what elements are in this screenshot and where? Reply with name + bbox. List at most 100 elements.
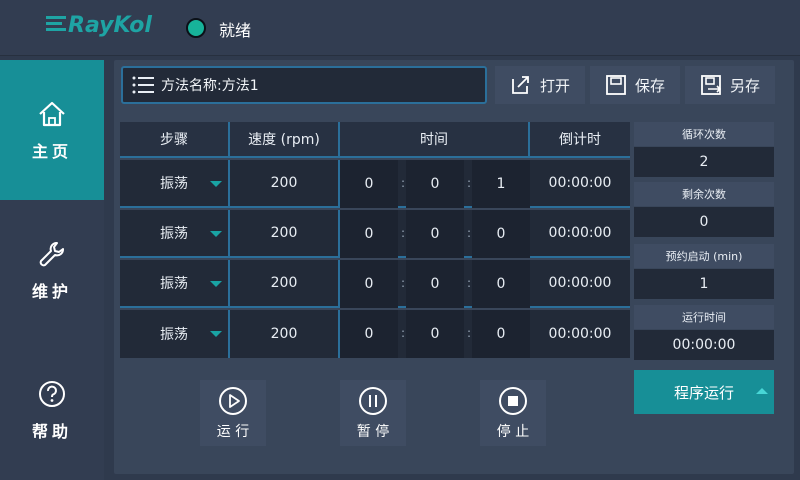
countdown-value: 00:00:00 xyxy=(530,160,630,208)
help-icon xyxy=(36,378,68,410)
minutes-field[interactable]: 0 xyxy=(406,210,464,258)
status-text: 就绪 xyxy=(219,21,252,40)
seconds-field[interactable]: 1 xyxy=(472,160,530,208)
time-separator: : xyxy=(401,226,406,240)
list-icon xyxy=(132,76,154,94)
save-as-icon xyxy=(701,75,722,95)
step-select[interactable]: 振荡 xyxy=(120,210,230,258)
logo-text: RayKol xyxy=(68,12,152,38)
caret-up-icon xyxy=(756,388,768,394)
countdown-value: 00:00:00 xyxy=(530,210,630,258)
cycle-count-field[interactable]: 2 xyxy=(634,147,774,177)
wrench-icon xyxy=(36,238,68,270)
time-cell: 0 : 0 : 0 xyxy=(340,210,530,258)
run-label: 运 行 xyxy=(216,424,250,440)
hours-field[interactable]: 0 xyxy=(340,210,398,258)
program-run-label: 程序运行 xyxy=(673,383,734,402)
time-cell: 0 : 0 : 0 xyxy=(340,310,530,358)
step-value: 振荡 xyxy=(160,327,188,343)
open-file-icon xyxy=(512,76,529,94)
hours-field[interactable]: 0 xyxy=(340,310,398,358)
time-separator: : xyxy=(467,276,472,290)
save-icon xyxy=(606,75,626,95)
step-value: 振荡 xyxy=(160,226,188,242)
header-time: 时间 xyxy=(340,122,530,158)
dropdown-arrow-icon xyxy=(210,281,222,287)
speed-field[interactable]: 200 xyxy=(230,310,340,358)
pause-icon xyxy=(359,387,387,415)
seconds-field[interactable]: 0 xyxy=(472,260,530,308)
dropdown-arrow-icon xyxy=(210,181,222,187)
sidebar-item-label: 维护 xyxy=(31,282,72,301)
save-button[interactable]: 保存 xyxy=(590,66,680,104)
open-button-label: 打开 xyxy=(539,76,570,95)
minutes-field[interactable]: 0 xyxy=(406,260,464,308)
run-button[interactable]: 运 行 xyxy=(200,380,266,446)
table-row: 振荡 200 0 : 0 : 0 00:00:00 xyxy=(120,260,630,310)
hours-field[interactable]: 0 xyxy=(340,160,398,208)
table-row: 振荡 200 0 : 0 : 0 00:00:00 xyxy=(120,210,630,260)
remaining-count-value: 0 xyxy=(634,207,774,237)
step-value: 振荡 xyxy=(160,276,188,292)
speed-field[interactable]: 200 xyxy=(230,260,340,308)
raykol-logo: RayKol xyxy=(44,11,152,39)
sidebar-item-label: 帮助 xyxy=(31,422,72,441)
stop-label: 停 止 xyxy=(496,424,530,440)
time-separator: : xyxy=(401,176,406,190)
open-button[interactable]: 打开 xyxy=(495,66,585,104)
step-value: 振荡 xyxy=(160,176,188,192)
sidebar: 主页 维护 帮助 xyxy=(0,60,104,480)
home-icon xyxy=(36,98,68,130)
save-button-label: 保存 xyxy=(634,76,665,95)
time-separator: : xyxy=(467,226,472,240)
save-as-button-label: 另存 xyxy=(729,76,760,95)
time-cell: 0 : 0 : 0 xyxy=(340,260,530,308)
play-icon xyxy=(219,387,247,415)
header-countdown: 倒计时 xyxy=(530,122,630,158)
step-select[interactable]: 振荡 xyxy=(120,160,230,208)
method-name: 方法名称:方法1 xyxy=(161,78,259,94)
stop-icon xyxy=(499,387,527,415)
pause-label: 暂 停 xyxy=(356,424,390,440)
run-time-value: 00:00:00 xyxy=(634,330,774,360)
main-panel: 方法名称:方法1 打开 保存 另存 步骤 速度 (rpm) 时间 倒计时 振荡 … xyxy=(114,60,794,474)
top-bar: RayKol 就绪 xyxy=(0,0,800,56)
seconds-field[interactable]: 0 xyxy=(472,210,530,258)
time-separator: : xyxy=(401,276,406,290)
countdown-value: 00:00:00 xyxy=(530,260,630,308)
table-row: 振荡 200 0 : 0 : 1 00:00:00 xyxy=(120,160,630,210)
sidebar-item-help[interactable]: 帮助 xyxy=(0,340,104,480)
logo-mark-icon xyxy=(46,16,66,31)
time-separator: : xyxy=(401,326,406,340)
speed-field[interactable]: 200 xyxy=(230,160,340,208)
step-select[interactable]: 振荡 xyxy=(120,310,230,358)
sidebar-item-home[interactable]: 主页 xyxy=(0,60,104,200)
dropdown-arrow-icon xyxy=(210,331,222,337)
program-run-button[interactable]: 程序运行 xyxy=(634,370,774,414)
table-row: 振荡 200 0 : 0 : 0 00:00:00 xyxy=(120,310,630,360)
seconds-field[interactable]: 0 xyxy=(472,310,530,358)
sidebar-item-maintenance[interactable]: 维护 xyxy=(0,200,104,340)
countdown-value: 00:00:00 xyxy=(530,310,630,358)
speed-field[interactable]: 200 xyxy=(230,210,340,258)
hours-field[interactable]: 0 xyxy=(340,260,398,308)
time-separator: : xyxy=(467,176,472,190)
time-separator: : xyxy=(467,326,472,340)
save-as-button[interactable]: 另存 xyxy=(685,66,775,104)
scheduled-start-field[interactable]: 1 xyxy=(634,269,774,299)
minutes-field[interactable]: 0 xyxy=(406,160,464,208)
dropdown-arrow-icon xyxy=(210,231,222,237)
remaining-count-label: 剩余次数 xyxy=(634,182,774,206)
run-time-label: 运行时间 xyxy=(634,305,774,329)
step-select[interactable]: 振荡 xyxy=(120,260,230,308)
status-indicator-icon xyxy=(186,18,206,38)
header-step: 步骤 xyxy=(120,122,230,158)
scheduled-start-label: 预约启动 (min) xyxy=(634,244,774,268)
pause-button[interactable]: 暂 停 xyxy=(340,380,406,446)
method-name-field[interactable]: 方法名称:方法1 xyxy=(121,66,487,104)
header-speed: 速度 (rpm) xyxy=(230,122,340,158)
minutes-field[interactable]: 0 xyxy=(406,310,464,358)
time-cell: 0 : 0 : 1 xyxy=(340,160,530,208)
sidebar-item-label: 主页 xyxy=(31,142,72,161)
stop-button[interactable]: 停 止 xyxy=(480,380,546,446)
